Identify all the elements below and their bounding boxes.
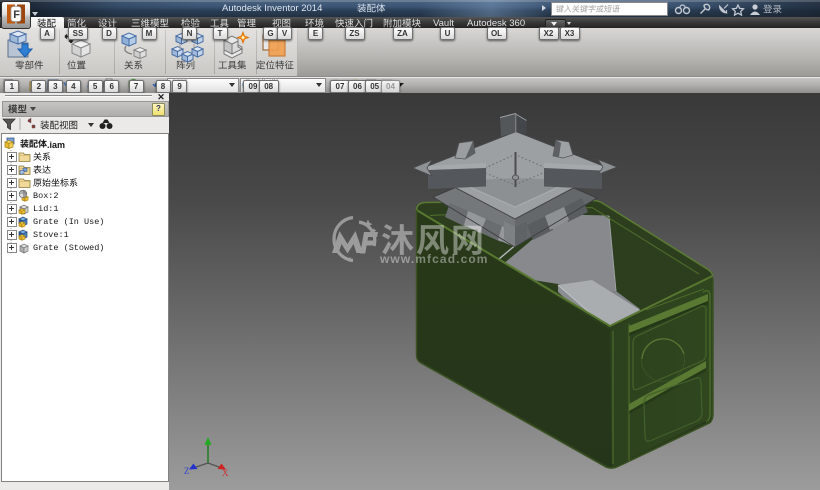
svg-text:F: F — [13, 9, 20, 21]
svg-text:Z: Z — [184, 466, 190, 476]
svg-text:X: X — [222, 468, 229, 478]
